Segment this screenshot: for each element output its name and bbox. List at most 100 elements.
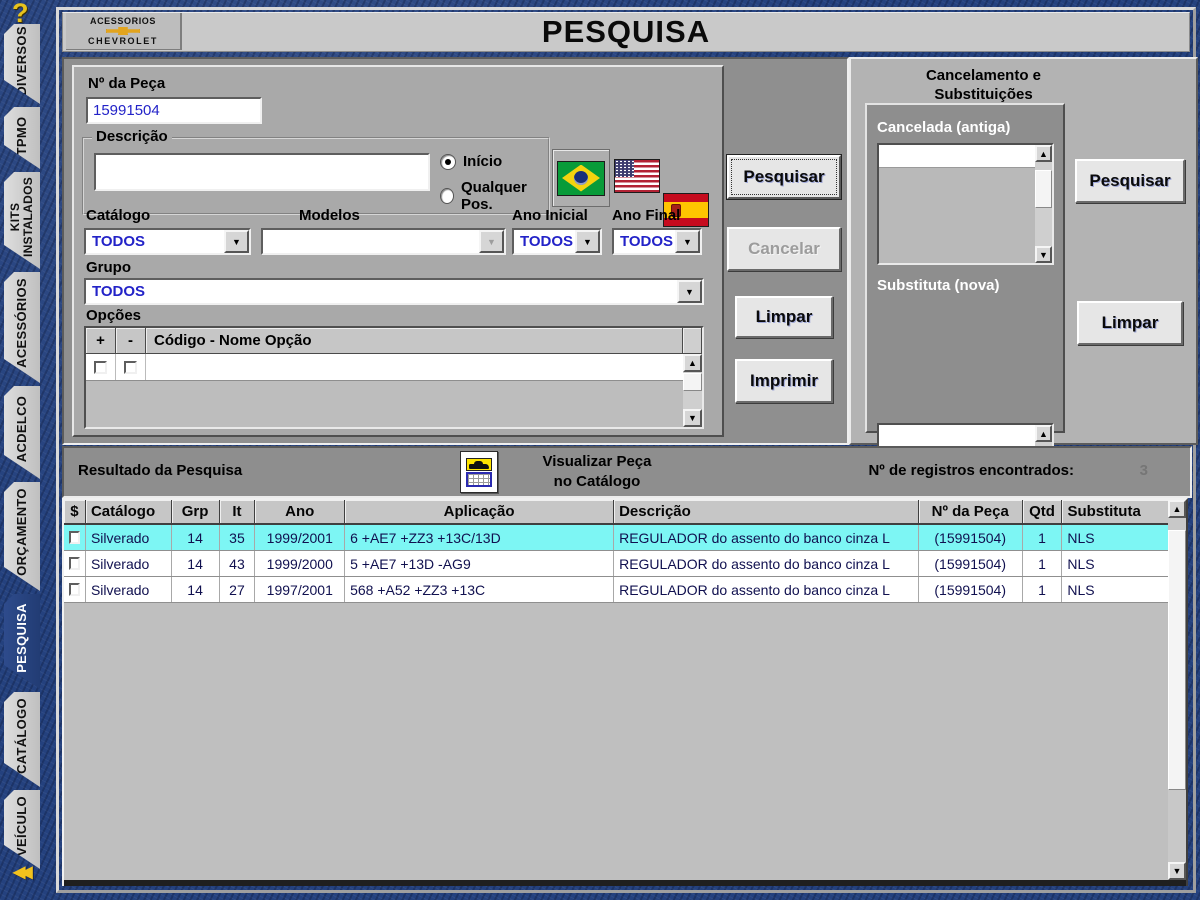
view-part-in-catalog-button[interactable] [460,451,498,493]
group-label: Grupo [86,259,131,276]
option-plus-checkbox[interactable] [94,361,107,374]
options-scrollbar[interactable]: ▲ ▼ [683,354,702,427]
usa-flag-button[interactable] [614,159,660,193]
sidebar-tab-diversos[interactable]: DIVERSOS [4,24,40,104]
scroll-up-icon[interactable]: ▲ [1035,145,1052,162]
radio-inicio-label: Início [463,153,502,170]
row-checkbox[interactable] [69,583,80,596]
results-scrollbar-thumb[interactable] [1168,530,1186,790]
options-scrollbar-thumb[interactable] [683,373,702,391]
chevron-down-icon[interactable]: ▼ [575,230,600,253]
row-checkbox[interactable] [69,531,80,544]
chevron-down-icon: ▼ [479,230,504,253]
row-checkbox[interactable] [69,557,80,570]
col-qtd: Qtd [1023,500,1063,525]
models-dropdown[interactable]: ▼ [261,228,506,255]
sidebar-tab-kits-instalados[interactable]: KITS INSTALADOS [4,172,40,269]
part-number-label: Nº da Peça [88,75,165,92]
sidebar-tab-pesquisa[interactable]: PESQUISA [4,594,40,689]
brazil-flag-icon [557,161,605,196]
year-end-dropdown[interactable]: TODOS ▼ [612,228,702,255]
option-minus-checkbox[interactable] [124,361,137,374]
substitute-label: Substituta (nova) [877,277,1000,294]
substitutions-title: Cancelamento e Substituições [871,67,1096,105]
sidebar-tab-veiculo[interactable]: VEÍCULO [4,790,40,869]
results-header-bar: Resultado da Pesquisa Visualizar Peça no… [62,446,1192,498]
radio-qualquer-pos-circle[interactable] [440,188,454,204]
search-button[interactable]: Pesquisar [727,155,841,199]
options-grid-header: + - Código - Nome Opção [86,328,702,354]
sidebar-tab-acdelco[interactable]: ACDELCO [4,386,40,479]
table-row[interactable]: Silverado 14 43 1999/2000 5 +AE7 +13D -A… [64,551,1168,577]
sidebar-tab-tpmo[interactable]: TPMO [4,107,40,169]
options-grid: + - Código - Nome Opção ▲ ▼ [84,326,704,429]
scroll-down-icon[interactable]: ▼ [1168,862,1186,880]
scroll-up-icon[interactable]: ▲ [1168,500,1186,518]
clear-button[interactable]: Limpar [735,296,833,338]
cancel-button: Cancelar [727,227,841,271]
description-input[interactable] [94,153,430,191]
catalog-label: Catálogo [86,207,150,224]
part-number-input[interactable]: 15991504 [86,97,262,124]
radio-inicio-circle[interactable] [440,154,456,170]
chevron-down-icon[interactable]: ▼ [224,230,249,253]
chevrolet-bowtie-icon [106,27,140,35]
logo-text-chevrolet: CHEVROLET [88,36,158,46]
chevron-down-icon[interactable]: ▼ [675,230,700,253]
col-catalogo: Catálogo [86,500,172,525]
cancelled-label: Cancelada (antiga) [877,119,1010,136]
catalog-dropdown[interactable]: TODOS ▼ [84,228,251,255]
radio-inicio[interactable]: Início [440,153,502,170]
col-peca: Nº da Peça [919,500,1023,525]
chevrolet-logo: ACESSORIOS CHEVROLET [66,13,182,50]
substitutions-search-button[interactable]: Pesquisar [1075,159,1185,203]
group-dropdown[interactable]: TODOS ▼ [84,278,704,305]
description-label: Descrição [92,128,172,145]
pesquisa-app: { "icons": { "help": "?", "collapse": "◀… [0,0,1200,900]
sidebar-tab-orcamento[interactable]: ORÇAMENTO [4,482,40,591]
col-substituta: Substituta [1062,500,1168,525]
brazil-flag-button[interactable] [552,149,610,207]
col-grp: Grp [172,500,220,525]
records-count-value: 3 [1140,462,1148,479]
cancelled-scrollbar[interactable]: ▲ ▼ [1035,145,1052,263]
year-start-label: Ano Inicial [512,207,588,224]
search-form-panel: Nº da Peça 15991504 Descrição Início Qua… [62,57,849,445]
col-aplicacao: Aplicação [345,500,614,525]
scroll-down-icon[interactable]: ▼ [1035,246,1052,263]
scroll-down-icon[interactable]: ▼ [683,409,702,427]
scroll-up-icon[interactable]: ▲ [1035,425,1052,442]
results-table-header: $ Catálogo Grp It Ano Aplicação Descriçã… [64,500,1186,525]
chevron-down-icon[interactable]: ▼ [677,280,702,303]
col-dollar: $ [64,500,86,525]
table-row[interactable]: Silverado 14 35 1999/2001 6 +AE7 +ZZ3 +1… [64,525,1168,551]
view-part-label: Visualizar Peça no Catálogo [504,452,690,491]
results-table: $ Catálogo Grp It Ano Aplicação Descriçã… [62,498,1188,886]
cancelled-listbox[interactable]: ▲ ▼ [877,143,1054,265]
description-groupbox: Descrição Início Qualquer Pos. [82,137,550,215]
header-bar: PESQUISA [62,12,1190,52]
cancelled-listbox-row[interactable] [879,145,1035,168]
col-ano: Ano [255,500,345,525]
options-row[interactable] [86,354,683,381]
substitutions-clear-button[interactable]: Limpar [1077,301,1183,345]
substitutions-panel: Cancelamento e Substituições Cancelada (… [849,57,1198,445]
print-button[interactable]: Imprimir [735,359,833,403]
cancelled-scrollbar-thumb[interactable] [1035,170,1052,208]
records-count-label: Nº de registros encontrados: [868,462,1074,479]
car-icon [466,458,492,471]
col-it: It [220,500,256,525]
logo-text-acessorios: ACESSORIOS [90,16,156,26]
options-col-name: Código - Nome Opção [146,328,683,354]
table-row[interactable]: Silverado 14 27 1997/2001 568 +A52 +ZZ3 … [64,577,1168,603]
collapse-sidebar-icon[interactable]: ◀◀ [13,862,28,882]
sidebar-tab-catalogo[interactable]: CATÁLOGO [4,692,40,787]
year-start-dropdown[interactable]: TODOS ▼ [512,228,602,255]
scroll-up-icon[interactable]: ▲ [683,354,702,372]
options-label: Opções [86,307,141,324]
keypad-grid-icon [466,472,492,487]
results-scrollbar[interactable]: ▲ ▼ [1168,500,1186,880]
substitute-listbox-row[interactable] [879,425,1035,448]
sidebar-tab-acessorios[interactable]: ACESSÓRIOS [4,272,40,383]
search-fields-panel: Nº da Peça 15991504 Descrição Início Qua… [72,65,724,437]
